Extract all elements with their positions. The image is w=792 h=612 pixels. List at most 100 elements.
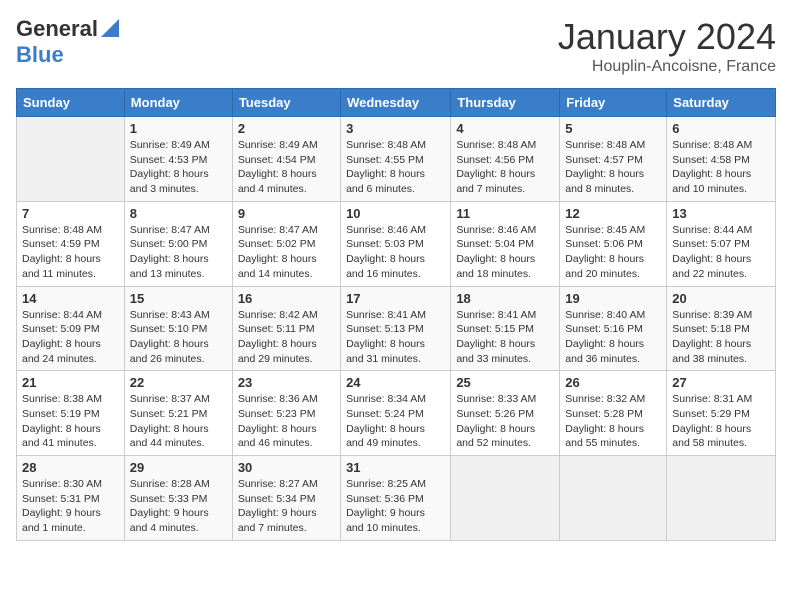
day-info: Sunrise: 8:36 AM Sunset: 5:23 PM Dayligh… xyxy=(238,392,335,451)
day-info: Sunrise: 8:49 AM Sunset: 4:53 PM Dayligh… xyxy=(130,138,227,197)
calendar-cell xyxy=(560,456,667,541)
day-header-thursday: Thursday xyxy=(451,89,560,117)
day-info: Sunrise: 8:45 AM Sunset: 5:06 PM Dayligh… xyxy=(565,223,661,282)
day-info: Sunrise: 8:46 AM Sunset: 5:04 PM Dayligh… xyxy=(456,223,554,282)
day-header-saturday: Saturday xyxy=(667,89,776,117)
calendar-cell: 30 Sunrise: 8:27 AM Sunset: 5:34 PM Dayli… xyxy=(232,456,340,541)
calendar-cell: 9 Sunrise: 8:47 AM Sunset: 5:02 PM Daylig… xyxy=(232,201,340,286)
calendar-cell: 29Sunrise: 8:28 AM Sunset: 5:33 PM Dayli… xyxy=(124,456,232,541)
calendar-cell: 17Sunrise: 8:41 AM Sunset: 5:13 PM Dayli… xyxy=(341,286,451,371)
day-number: 16 xyxy=(238,291,335,306)
day-number: 13 xyxy=(672,206,770,221)
calendar-cell: 21Sunrise: 8:38 AM Sunset: 5:19 PM Dayli… xyxy=(17,371,125,456)
calendar-table: SundayMondayTuesdayWednesdayThursdayFrid… xyxy=(16,88,776,541)
calendar-body: 1 Sunrise: 8:49 AM Sunset: 4:53 PM Daylig… xyxy=(17,117,776,541)
day-number: 6 xyxy=(672,121,770,136)
calendar-cell: 6 Sunrise: 8:48 AM Sunset: 4:58 PM Daylig… xyxy=(667,117,776,202)
day-number: 26 xyxy=(565,375,661,390)
day-info: Sunrise: 8:48 AM Sunset: 4:58 PM Dayligh… xyxy=(672,138,770,197)
day-number: 4 xyxy=(456,121,554,136)
day-number: 8 xyxy=(130,206,227,221)
calendar-cell: 1 Sunrise: 8:49 AM Sunset: 4:53 PM Daylig… xyxy=(124,117,232,202)
day-number: 23 xyxy=(238,375,335,390)
day-info: Sunrise: 8:49 AM Sunset: 4:54 PM Dayligh… xyxy=(238,138,335,197)
logo: General Blue xyxy=(16,16,119,68)
week-row-1: 1 Sunrise: 8:49 AM Sunset: 4:53 PM Daylig… xyxy=(17,117,776,202)
day-header-wednesday: Wednesday xyxy=(341,89,451,117)
week-row-4: 21Sunrise: 8:38 AM Sunset: 5:19 PM Dayli… xyxy=(17,371,776,456)
day-info: Sunrise: 8:48 AM Sunset: 4:57 PM Dayligh… xyxy=(565,138,661,197)
calendar-cell xyxy=(667,456,776,541)
day-number: 20 xyxy=(672,291,770,306)
day-number: 11 xyxy=(456,206,554,221)
day-info: Sunrise: 8:41 AM Sunset: 5:15 PM Dayligh… xyxy=(456,308,554,367)
day-info: Sunrise: 8:34 AM Sunset: 5:24 PM Dayligh… xyxy=(346,392,445,451)
day-header-friday: Friday xyxy=(560,89,667,117)
calendar-cell: 24Sunrise: 8:34 AM Sunset: 5:24 PM Dayli… xyxy=(341,371,451,456)
day-number: 12 xyxy=(565,206,661,221)
day-info: Sunrise: 8:47 AM Sunset: 5:02 PM Dayligh… xyxy=(238,223,335,282)
week-row-3: 14Sunrise: 8:44 AM Sunset: 5:09 PM Dayli… xyxy=(17,286,776,371)
day-info: Sunrise: 8:37 AM Sunset: 5:21 PM Dayligh… xyxy=(130,392,227,451)
day-number: 22 xyxy=(130,375,227,390)
title-block: January 2024 Houplin-Ancoisne, France xyxy=(558,16,776,76)
day-number: 14 xyxy=(22,291,119,306)
page-header: General Blue January 2024 Houplin-Ancois… xyxy=(16,16,776,76)
day-info: Sunrise: 8:48 AM Sunset: 4:55 PM Dayligh… xyxy=(346,138,445,197)
day-info: Sunrise: 8:25 AM Sunset: 5:36 PM Dayligh… xyxy=(346,477,445,536)
day-number: 10 xyxy=(346,206,445,221)
day-number: 27 xyxy=(672,375,770,390)
logo-blue-text: Blue xyxy=(16,42,64,67)
day-number: 28 xyxy=(22,460,119,475)
calendar-cell: 19Sunrise: 8:40 AM Sunset: 5:16 PM Dayli… xyxy=(560,286,667,371)
day-number: 7 xyxy=(22,206,119,221)
day-header-tuesday: Tuesday xyxy=(232,89,340,117)
day-number: 30 xyxy=(238,460,335,475)
week-row-2: 7 Sunrise: 8:48 AM Sunset: 4:59 PM Daylig… xyxy=(17,201,776,286)
calendar-cell: 22 Sunrise: 8:37 AM Sunset: 5:21 PM Dayli… xyxy=(124,371,232,456)
calendar-cell: 16Sunrise: 8:42 AM Sunset: 5:11 PM Dayli… xyxy=(232,286,340,371)
logo-arrow-icon xyxy=(101,19,119,42)
day-info: Sunrise: 8:30 AM Sunset: 5:31 PM Dayligh… xyxy=(22,477,119,536)
calendar-cell: 27 Sunrise: 8:31 AM Sunset: 5:29 PM Dayli… xyxy=(667,371,776,456)
day-number: 31 xyxy=(346,460,445,475)
header-row: SundayMondayTuesdayWednesdayThursdayFrid… xyxy=(17,89,776,117)
calendar-cell: 4 Sunrise: 8:48 AM Sunset: 4:56 PM Daylig… xyxy=(451,117,560,202)
day-info: Sunrise: 8:44 AM Sunset: 5:07 PM Dayligh… xyxy=(672,223,770,282)
month-title: January 2024 xyxy=(558,16,776,58)
day-info: Sunrise: 8:27 AM Sunset: 5:34 PM Dayligh… xyxy=(238,477,335,536)
day-info: Sunrise: 8:28 AM Sunset: 5:33 PM Dayligh… xyxy=(130,477,227,536)
day-info: Sunrise: 8:47 AM Sunset: 5:00 PM Dayligh… xyxy=(130,223,227,282)
location: Houplin-Ancoisne, France xyxy=(558,58,776,76)
day-header-sunday: Sunday xyxy=(17,89,125,117)
week-row-5: 28 Sunrise: 8:30 AM Sunset: 5:31 PM Dayli… xyxy=(17,456,776,541)
day-number: 5 xyxy=(565,121,661,136)
day-info: Sunrise: 8:32 AM Sunset: 5:28 PM Dayligh… xyxy=(565,392,661,451)
calendar-cell: 15 Sunrise: 8:43 AM Sunset: 5:10 PM Dayli… xyxy=(124,286,232,371)
calendar-cell: 13 Sunrise: 8:44 AM Sunset: 5:07 PM Dayli… xyxy=(667,201,776,286)
day-info: Sunrise: 8:40 AM Sunset: 5:16 PM Dayligh… xyxy=(565,308,661,367)
day-header-monday: Monday xyxy=(124,89,232,117)
day-info: Sunrise: 8:48 AM Sunset: 4:59 PM Dayligh… xyxy=(22,223,119,282)
calendar-cell: 8 Sunrise: 8:47 AM Sunset: 5:00 PM Daylig… xyxy=(124,201,232,286)
calendar-cell: 14Sunrise: 8:44 AM Sunset: 5:09 PM Dayli… xyxy=(17,286,125,371)
calendar-cell: 11 Sunrise: 8:46 AM Sunset: 5:04 PM Dayli… xyxy=(451,201,560,286)
day-info: Sunrise: 8:48 AM Sunset: 4:56 PM Dayligh… xyxy=(456,138,554,197)
day-info: Sunrise: 8:38 AM Sunset: 5:19 PM Dayligh… xyxy=(22,392,119,451)
calendar-cell: 5 Sunrise: 8:48 AM Sunset: 4:57 PM Daylig… xyxy=(560,117,667,202)
day-number: 1 xyxy=(130,121,227,136)
calendar-cell xyxy=(451,456,560,541)
logo-general-text: General xyxy=(16,16,98,42)
day-number: 9 xyxy=(238,206,335,221)
calendar-cell: 2 Sunrise: 8:49 AM Sunset: 4:54 PM Daylig… xyxy=(232,117,340,202)
day-number: 15 xyxy=(130,291,227,306)
day-info: Sunrise: 8:31 AM Sunset: 5:29 PM Dayligh… xyxy=(672,392,770,451)
calendar-header: SundayMondayTuesdayWednesdayThursdayFrid… xyxy=(17,89,776,117)
calendar-cell: 12 Sunrise: 8:45 AM Sunset: 5:06 PM Dayli… xyxy=(560,201,667,286)
calendar-cell: 28 Sunrise: 8:30 AM Sunset: 5:31 PM Dayli… xyxy=(17,456,125,541)
calendar-cell: 18Sunrise: 8:41 AM Sunset: 5:15 PM Dayli… xyxy=(451,286,560,371)
day-number: 3 xyxy=(346,121,445,136)
day-number: 2 xyxy=(238,121,335,136)
calendar-cell: 10Sunrise: 8:46 AM Sunset: 5:03 PM Dayli… xyxy=(341,201,451,286)
day-info: Sunrise: 8:43 AM Sunset: 5:10 PM Dayligh… xyxy=(130,308,227,367)
